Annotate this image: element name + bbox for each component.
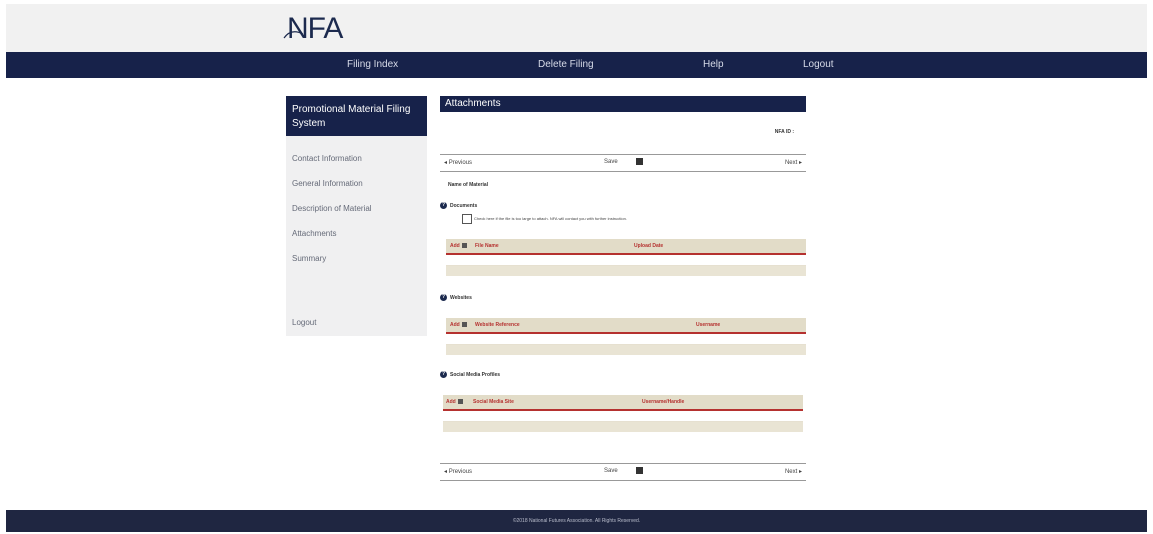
documents-add-button[interactable]: Add <box>450 243 467 249</box>
documents-label: Documents <box>450 203 478 209</box>
sidebar-title: Promotional Material Filing System <box>286 96 427 136</box>
websites-add-button[interactable]: Add <box>450 322 467 328</box>
column-website-reference: Website Reference <box>475 322 520 328</box>
next-button[interactable]: Next ▸ <box>785 468 802 475</box>
column-upload-date: Upload Date <box>634 243 664 249</box>
social-help-icon[interactable]: ? <box>440 371 447 378</box>
column-username: Username <box>696 322 721 328</box>
pager-top: ◂ Previous Save Next ▸ <box>440 154 806 172</box>
social-media-label: Social Media Profiles <box>450 372 501 378</box>
footer: ©2018 National Futures Association. All … <box>6 510 1147 532</box>
sidebar: Promotional Material Filing System Conta… <box>286 96 427 336</box>
nfa-id-label: NFA ID : <box>774 129 794 135</box>
file-too-large-note: Check here if the file is too large to a… <box>474 216 627 221</box>
save-button[interactable]: Save <box>604 468 618 474</box>
add-label: Add <box>450 322 460 328</box>
add-icon <box>461 243 467 249</box>
websites-table: Add Website Reference Username <box>446 318 806 355</box>
social-media-table-header: Add Social Media Site Username/Handle <box>443 395 803 411</box>
sidebar-logout[interactable]: Logout <box>292 318 316 327</box>
logo-text: NFA <box>287 12 343 45</box>
websites-table-header: Add Website Reference Username <box>446 318 806 334</box>
documents-table-header: Add File Name Upload Date <box>446 239 806 255</box>
column-username-handle: Username/Handle <box>642 399 685 405</box>
column-file-name: File Name <box>475 243 499 249</box>
sidebar-item-general-information[interactable]: General Information <box>292 179 363 188</box>
table-row <box>446 266 806 276</box>
websites-help-icon[interactable]: ? <box>440 294 447 301</box>
sidebar-title-text: Promotional Material Filing System <box>292 104 411 129</box>
add-icon <box>457 399 463 405</box>
next-label: Next <box>784 469 798 475</box>
previous-label: Previous <box>448 469 473 475</box>
section-header: Attachments <box>440 96 806 112</box>
sidebar-item-attachments[interactable]: Attachments <box>292 229 336 238</box>
save-disk-icon[interactable] <box>636 467 643 474</box>
documents-help-icon[interactable]: ? <box>440 202 447 209</box>
next-button[interactable]: Next ▸ <box>785 159 802 166</box>
page: NFA Filing Index Delete Filing Help Logo… <box>6 4 1147 532</box>
header: NFA <box>6 4 1147 52</box>
save-disk-icon[interactable] <box>636 158 643 165</box>
table-row <box>443 411 803 422</box>
top-nav: Filing Index Delete Filing Help Logout <box>6 52 1147 78</box>
nav-help[interactable]: Help <box>703 52 724 78</box>
sidebar-item-contact-information[interactable]: Contact Information <box>292 154 362 163</box>
next-label: Next <box>784 160 798 166</box>
previous-button[interactable]: ◂ Previous <box>444 159 472 166</box>
copyright-text: ©2018 National Futures Association. All … <box>512 518 641 524</box>
previous-label: Previous <box>448 160 473 166</box>
nav-logout[interactable]: Logout <box>803 52 834 78</box>
websites-label: Websites <box>450 295 472 301</box>
social-media-table: Add Social Media Site Username/Handle <box>443 395 803 432</box>
nav-delete-filing[interactable]: Delete Filing <box>538 52 594 78</box>
table-row <box>446 334 806 345</box>
add-icon <box>461 322 467 328</box>
table-row <box>443 422 803 432</box>
documents-table: Add File Name Upload Date <box>446 239 806 276</box>
nav-filing-index[interactable]: Filing Index <box>347 52 398 78</box>
save-button[interactable]: Save <box>604 159 618 165</box>
sidebar-item-description-of-material[interactable]: Description of Material <box>292 204 372 213</box>
table-row <box>446 255 806 266</box>
social-add-button[interactable]: Add <box>446 399 463 405</box>
table-row <box>446 345 806 355</box>
add-label: Add <box>450 243 460 249</box>
column-social-media-site: Social Media Site <box>473 399 514 405</box>
name-of-material-label: Name of Material <box>448 182 489 188</box>
logo-swoosh-icon <box>283 31 304 39</box>
previous-button[interactable]: ◂ Previous <box>444 468 472 475</box>
nfa-logo[interactable]: NFA <box>283 12 343 46</box>
sidebar-item-summary[interactable]: Summary <box>292 254 326 263</box>
section-title: Attachments <box>445 98 501 109</box>
pager-bottom: ◂ Previous Save Next ▸ <box>440 463 806 481</box>
file-too-large-checkbox[interactable] <box>462 214 472 224</box>
add-label: Add <box>446 399 456 405</box>
